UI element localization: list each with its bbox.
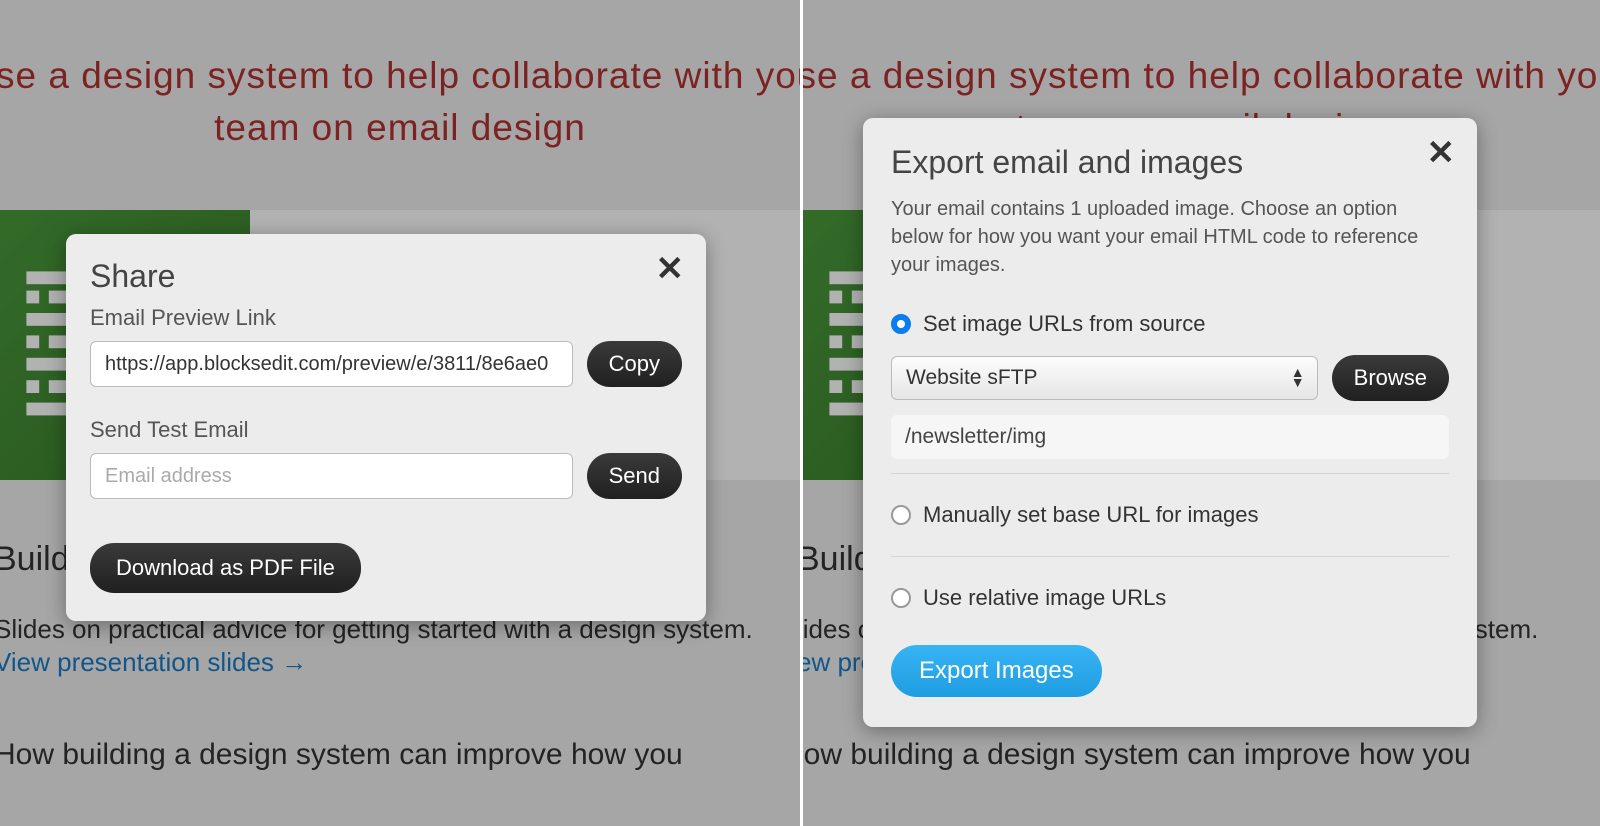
option3-label: Use relative image URLs (923, 585, 1166, 611)
export-images-button[interactable]: Export Images (891, 645, 1102, 697)
send-test-label: Send Test Email (90, 417, 682, 443)
send-button[interactable]: Send (587, 453, 682, 499)
divider (891, 473, 1449, 474)
divider (891, 556, 1449, 557)
preview-link-label: Email Preview Link (90, 305, 682, 331)
close-icon[interactable]: ✕ (656, 252, 685, 286)
radio-icon[interactable] (891, 505, 911, 525)
right-pane: Use a design system to help collaborate … (800, 0, 1600, 826)
browse-button[interactable]: Browse (1332, 355, 1449, 401)
export-title: Export email and images (891, 144, 1449, 181)
option-manual-base-url[interactable]: Manually set base URL for images (891, 488, 1449, 542)
download-pdf-button[interactable]: Download as PDF File (90, 543, 361, 593)
close-icon[interactable]: ✕ (1427, 136, 1456, 170)
preview-link-input[interactable] (90, 341, 573, 387)
option-relative-urls[interactable]: Use relative image URLs (891, 571, 1449, 625)
select-value: Website sFTP (906, 366, 1037, 390)
option1-label: Set image URLs from source (923, 311, 1205, 337)
path-display: /newsletter/img (891, 415, 1449, 459)
source-select[interactable]: Website sFTP ▲▼ (891, 356, 1318, 400)
export-modal: ✕ Export email and images Your email con… (863, 118, 1477, 727)
share-modal: ✕ Share Email Preview Link Copy Send Tes… (66, 234, 706, 621)
option-source-url[interactable]: Set image URLs from source (891, 297, 1449, 351)
chevron-up-down-icon: ▲▼ (1291, 368, 1305, 388)
radio-selected-icon[interactable] (891, 314, 911, 334)
radio-icon[interactable] (891, 588, 911, 608)
email-field[interactable] (90, 453, 573, 499)
export-description: Your email contains 1 uploaded image. Ch… (891, 195, 1449, 279)
split-view: Use a design system to help collaborate … (0, 0, 1600, 826)
option2-label: Manually set base URL for images (923, 502, 1258, 528)
copy-button[interactable]: Copy (587, 341, 682, 387)
left-pane: Use a design system to help collaborate … (0, 0, 800, 826)
share-title: Share (90, 258, 682, 295)
